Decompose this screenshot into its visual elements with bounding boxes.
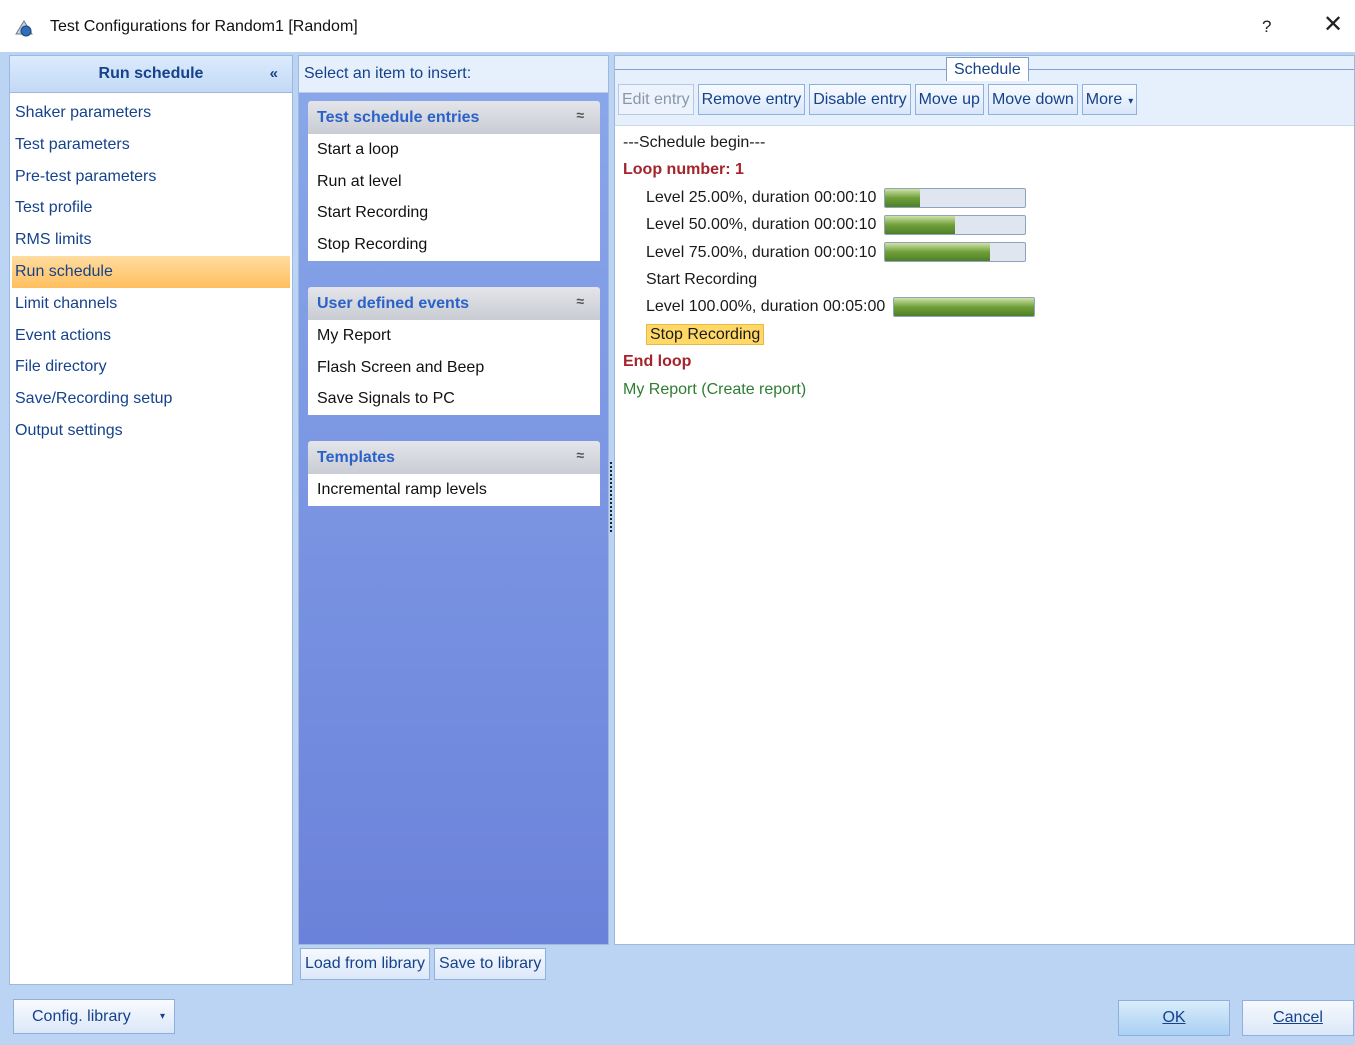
schedule-entry-level[interactable]: Level 75.00%, duration 00:00:10 <box>623 239 1354 266</box>
disable-entry-button[interactable]: Disable entry <box>809 84 911 115</box>
insert-panel: Select an item to insert: Test schedule … <box>298 55 609 945</box>
insert-item-start-recording[interactable]: Start Recording <box>308 197 600 229</box>
schedule-entry-level[interactable]: Level 100.00%, duration 00:05:00 <box>623 293 1354 320</box>
selected-entry-text: Stop Recording <box>646 323 765 345</box>
group-test-schedule-entries: Test schedule entries ≈ Start a loop Run… <box>308 101 600 261</box>
app-icon <box>15 20 33 37</box>
config-library-label: Config. library <box>32 1008 131 1025</box>
insert-item-incremental-ramp[interactable]: Incremental ramp levels <box>308 474 600 506</box>
progress-fill <box>885 215 956 234</box>
progress-fill <box>894 298 1035 317</box>
level-progress-bar <box>884 214 1027 235</box>
entry-text: Level 25.00%, duration 00:00:10 <box>646 188 877 206</box>
group-title: Templates <box>317 448 395 466</box>
move-down-button[interactable]: Move down <box>987 84 1078 115</box>
config-library-button[interactable]: Config. library ▾ <box>13 999 175 1034</box>
collapse-chevron-icon[interactable]: ≈ <box>576 293 584 309</box>
entry-text: Level 50.00%, duration 00:00:10 <box>646 216 877 234</box>
level-progress-bar <box>884 187 1027 208</box>
end-loop[interactable]: End loop <box>623 348 1354 375</box>
nav-header: Run schedule « <box>10 56 292 93</box>
dropdown-caret-icon: ▾ <box>1128 96 1134 107</box>
ok-label: OK <box>1162 1009 1186 1026</box>
insert-item-run-at-level[interactable]: Run at level <box>308 166 600 198</box>
title-bar: Test Configurations for Random1 [Random]… <box>0 0 1355 52</box>
progress-fill <box>885 188 921 207</box>
insert-item-my-report[interactable]: My Report <box>308 320 600 352</box>
schedule-entry-level[interactable]: Level 25.00%, duration 00:00:10 <box>623 184 1354 211</box>
nav-item-file-directory[interactable]: File directory <box>10 351 292 383</box>
loop-header[interactable]: Loop number: 1 <box>623 156 1354 183</box>
ok-button[interactable]: OK <box>1118 1000 1230 1036</box>
group-header[interactable]: User defined events ≈ <box>308 287 600 320</box>
group-header[interactable]: Test schedule entries ≈ <box>308 101 600 134</box>
entry-text: Level 100.00%, duration 00:05:00 <box>646 298 886 316</box>
progress-fill <box>885 243 991 262</box>
more-label: More <box>1085 91 1123 108</box>
collapse-chevron-icon[interactable]: ≈ <box>576 107 584 123</box>
nav-item-limit-channels[interactable]: Limit channels <box>10 288 292 320</box>
cancel-button[interactable]: Cancel <box>1242 1000 1354 1036</box>
close-button[interactable]: ✕ <box>1320 12 1346 38</box>
settings-nav: Run schedule « Shaker parameters Test pa… <box>9 55 293 985</box>
cancel-label: Cancel <box>1273 1009 1323 1026</box>
group-title: User defined events <box>317 294 470 312</box>
group-items: Incremental ramp levels <box>308 474 600 506</box>
nav-item-test-parameters[interactable]: Test parameters <box>10 129 292 161</box>
nav-item-shaker-parameters[interactable]: Shaker parameters <box>10 97 292 129</box>
schedule-entry-stop-recording[interactable]: Stop Recording <box>623 321 1354 348</box>
group-header[interactable]: Templates ≈ <box>308 441 600 474</box>
group-user-defined-events: User defined events ≈ My Report Flash Sc… <box>308 287 600 416</box>
group-items: My Report Flash Screen and Beep Save Sig… <box>308 320 600 416</box>
schedule-entry-report[interactable]: My Report (Create report) <box>623 376 1354 403</box>
insert-item-save-signals[interactable]: Save Signals to PC <box>308 383 600 415</box>
insert-item-start-loop[interactable]: Start a loop <box>308 134 600 166</box>
group-templates: Templates ≈ Incremental ramp levels <box>308 441 600 506</box>
schedule-header: Schedule Edit entry Remove entry Disable… <box>615 56 1354 126</box>
collapse-chevron-icon[interactable]: ≈ <box>576 447 584 463</box>
insert-item-flash-screen-beep[interactable]: Flash Screen and Beep <box>308 352 600 384</box>
help-button[interactable]: ? <box>1262 17 1271 37</box>
nav-header-title: Run schedule <box>98 65 204 82</box>
insert-item-stop-recording[interactable]: Stop Recording <box>308 229 600 261</box>
dropdown-caret-icon: ▾ <box>159 1011 165 1022</box>
schedule-panel: Schedule Edit entry Remove entry Disable… <box>614 55 1355 945</box>
nav-item-pre-test-parameters[interactable]: Pre-test parameters <box>10 161 292 193</box>
nav-list: Shaker parameters Test parameters Pre-te… <box>10 93 292 447</box>
tab-schedule[interactable]: Schedule <box>946 57 1029 81</box>
library-buttons: Load from library Save to library <box>300 948 547 980</box>
splitter-grip-icon <box>610 462 612 532</box>
dialog-body: Run schedule « Shaker parameters Test pa… <box>0 52 1355 1045</box>
nav-item-run-schedule[interactable]: Run schedule <box>12 255 290 288</box>
window-title: Test Configurations for Random1 [Random] <box>50 18 358 35</box>
nav-item-event-actions[interactable]: Event actions <box>10 320 292 352</box>
schedule-entry-start-recording[interactable]: Start Recording <box>623 266 1354 293</box>
level-progress-bar <box>893 297 1036 318</box>
group-items: Start a loop Run at level Start Recordin… <box>308 134 600 261</box>
nav-item-save-recording-setup[interactable]: Save/Recording setup <box>10 383 292 415</box>
collapse-icon[interactable]: « <box>270 65 278 82</box>
nav-item-output-settings[interactable]: Output settings <box>10 415 292 447</box>
schedule-entry-level[interactable]: Level 50.00%, duration 00:00:10 <box>623 211 1354 238</box>
schedule-toolbar: Edit entry Remove entry Disable entry Mo… <box>618 84 1138 115</box>
more-button[interactable]: More ▾ <box>1081 84 1138 115</box>
nav-item-rms-limits[interactable]: RMS limits <box>10 224 292 256</box>
entry-text: Level 75.00%, duration 00:00:10 <box>646 243 877 261</box>
nav-item-test-profile[interactable]: Test profile <box>10 192 292 224</box>
save-to-library-button[interactable]: Save to library <box>434 948 547 980</box>
remove-entry-button[interactable]: Remove entry <box>697 84 806 115</box>
entry-text: Start Recording <box>646 270 758 288</box>
move-up-button[interactable]: Move up <box>914 84 984 115</box>
schedule-begin[interactable]: ---Schedule begin--- <box>623 129 1354 156</box>
group-title: Test schedule entries <box>317 108 480 126</box>
insert-panel-header: Select an item to insert: <box>299 56 608 93</box>
edit-entry-button[interactable]: Edit entry <box>618 84 694 115</box>
load-from-library-button[interactable]: Load from library <box>300 948 431 980</box>
schedule-list[interactable]: ---Schedule begin--- Loop number: 1 Leve… <box>615 126 1354 403</box>
level-progress-bar <box>884 242 1027 263</box>
